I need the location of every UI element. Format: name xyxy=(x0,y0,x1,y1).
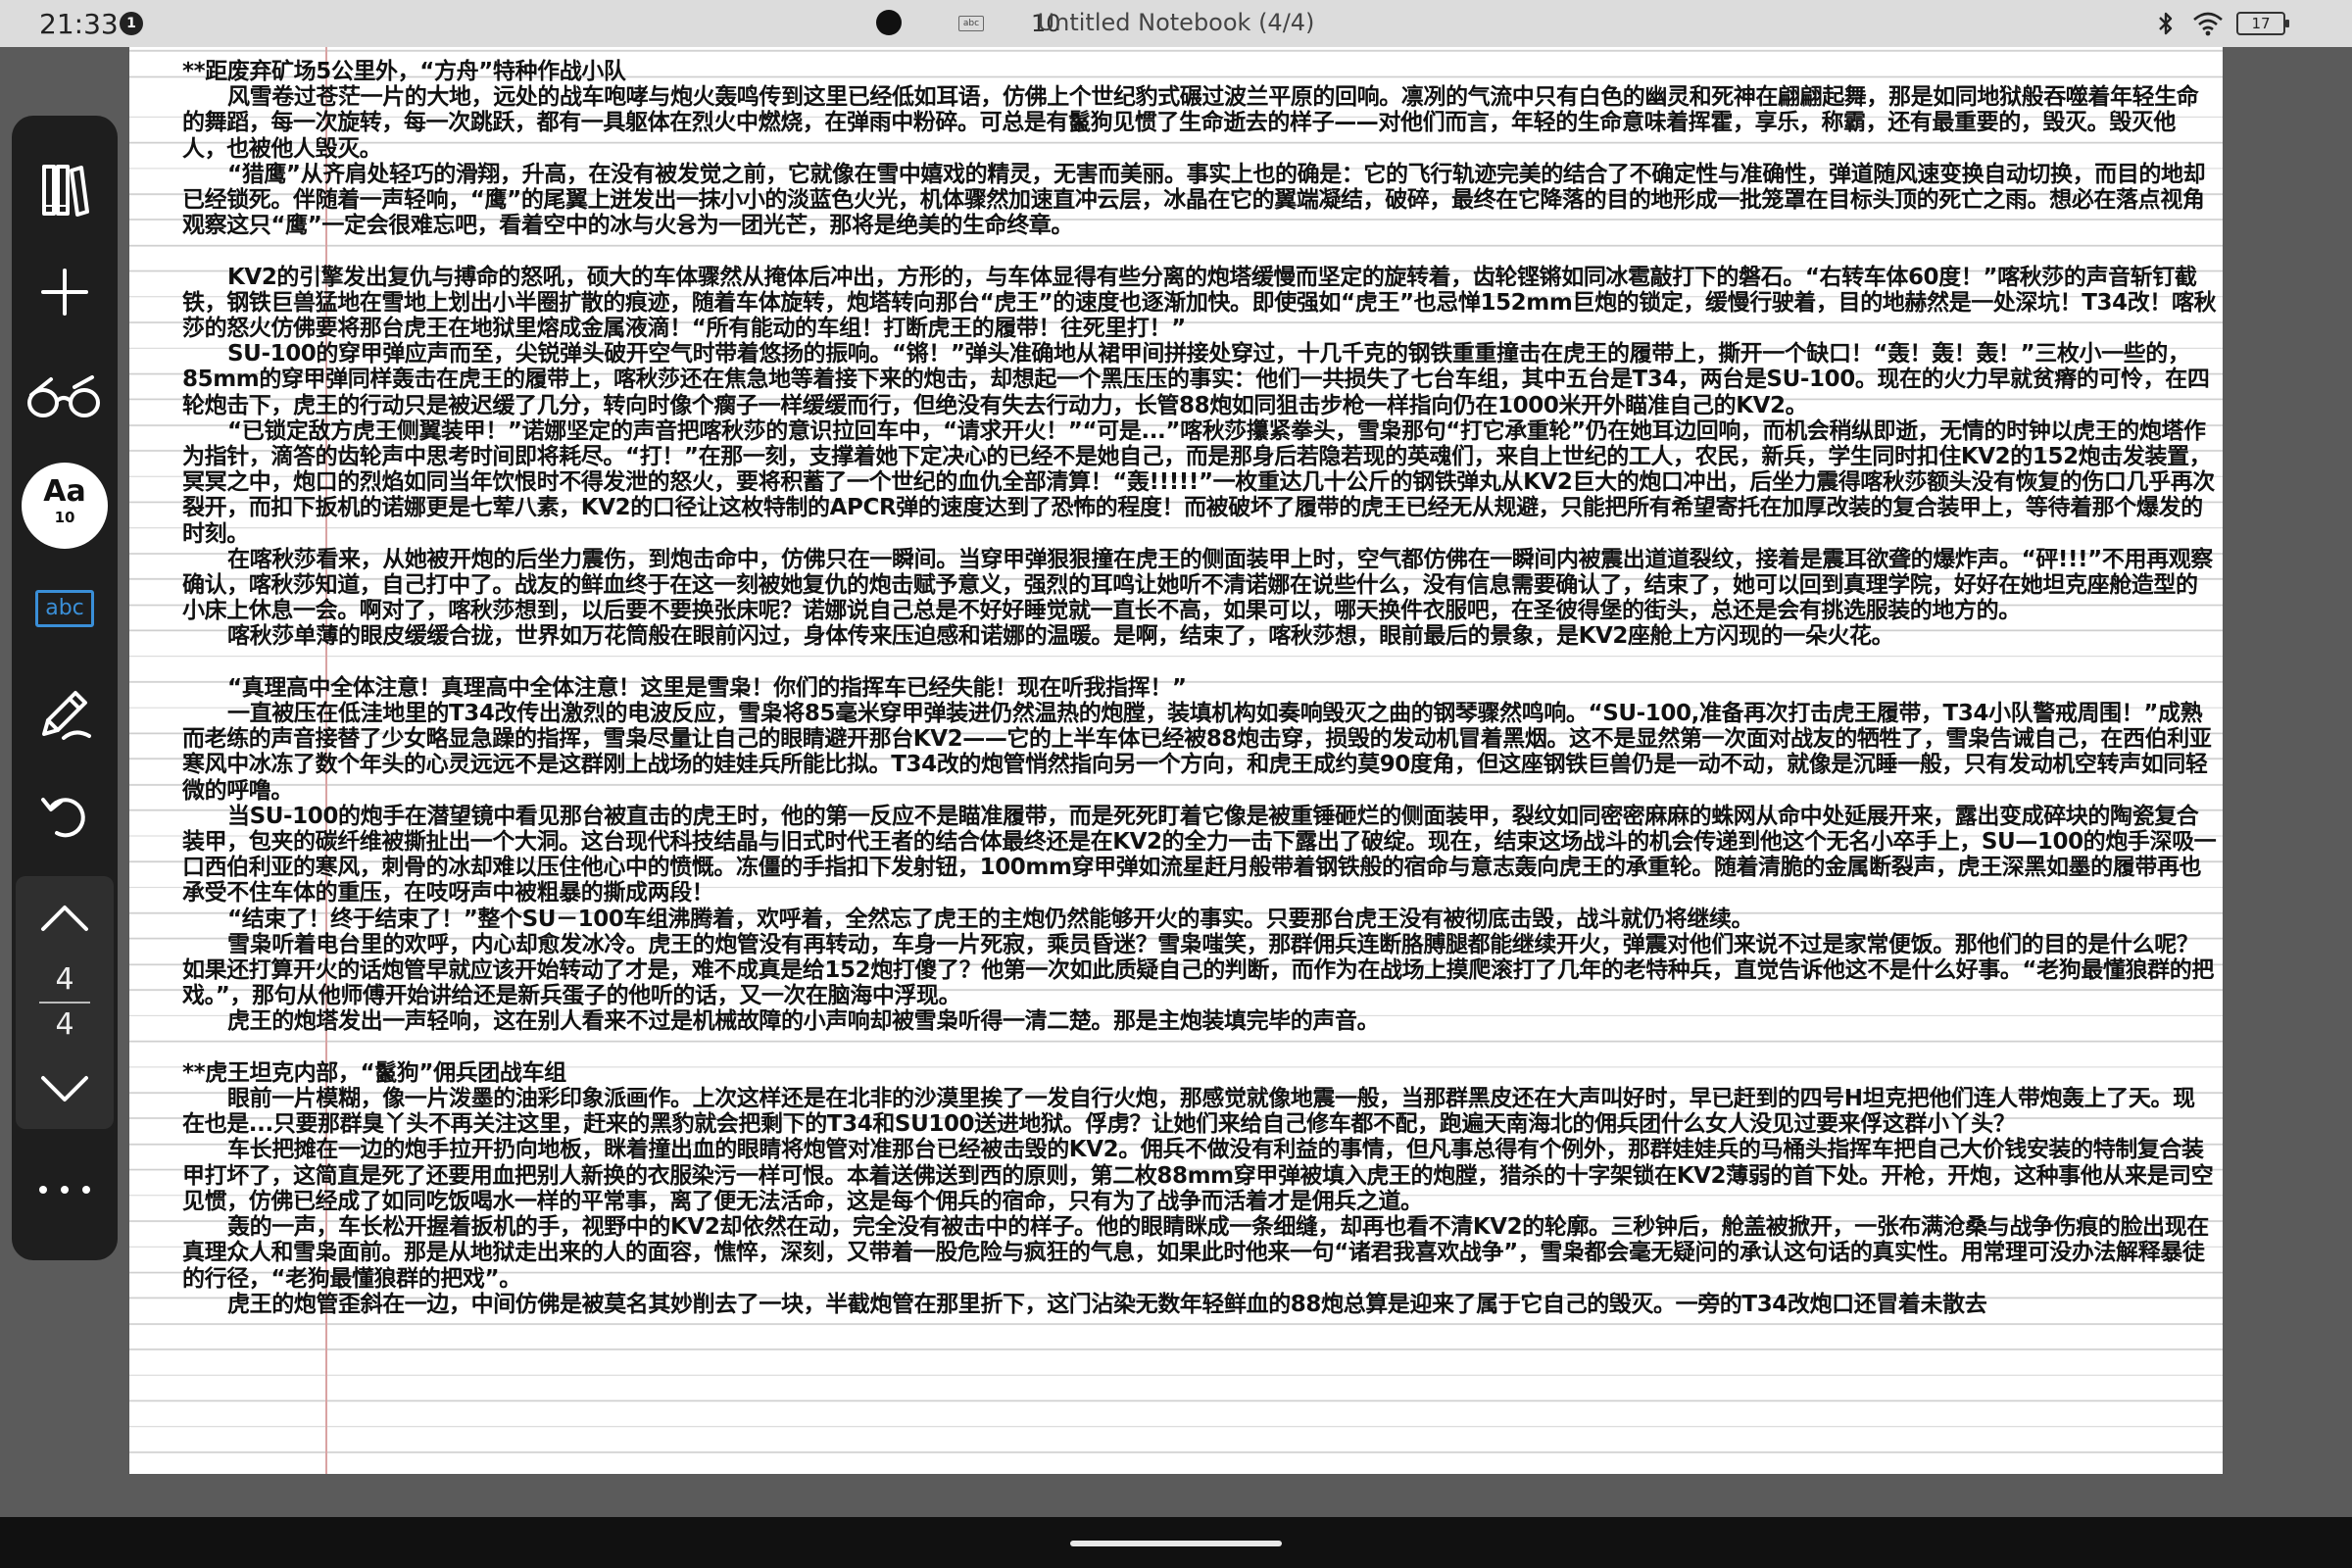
paragraph: 当SU-100的炮手在潜望镜中看见那台被直击的虎王时，他的第一反应不是瞄准履带，… xyxy=(182,803,2217,906)
page-total: 4 xyxy=(55,1007,74,1042)
reading-mode-button[interactable] xyxy=(12,357,118,439)
paragraph: KV2的引擎发出复仇与搏命的怒吼，硕大的车体骤然从掩体后冲出，方形的，与车体显得… xyxy=(182,264,2217,342)
library-icon xyxy=(42,165,89,217)
more-button[interactable] xyxy=(12,1149,118,1231)
paragraph: 雪枭听着电台里的欢呼，内心却愈发冰冷。虎王的炮管没有再转动，车身一片死寂，乘员昏… xyxy=(182,931,2214,1009)
font-icon: Aa xyxy=(43,474,86,509)
add-page-button[interactable] xyxy=(12,251,118,333)
reading-glasses-icon xyxy=(27,375,100,417)
library-button[interactable] xyxy=(12,149,118,231)
paragraph: 风雪卷过苍茫一片的大地，远处的战车咆哮与炮火轰鸣传到这里已经低如耳语，仿佛上个世… xyxy=(182,84,2199,162)
paragraph: 一直被压在低洼地里的T34改传出激烈的电波反应，雪枭将85毫米穿甲弹装进仍然温热… xyxy=(182,701,2212,804)
paragraph: 虎王的炮塔发出一声轻响，这在别人看来不过是机械故障的小声响却被雪枭听得一清二楚。… xyxy=(227,1008,1380,1035)
previous-page-button[interactable] xyxy=(16,882,114,953)
wifi-icon xyxy=(2193,12,2223,36)
page-divider xyxy=(39,1002,90,1004)
font-size-button[interactable]: Aa 10 xyxy=(22,463,108,549)
home-gesture-handle[interactable] xyxy=(1070,1541,1282,1546)
page-current: 4 xyxy=(55,962,74,997)
undo-icon xyxy=(41,798,85,838)
notebook-title: Untitled Notebook (4/4) xyxy=(1037,9,1315,36)
battery-indicator: 17 xyxy=(2236,12,2289,35)
status-bar: 21:33 1 abc 10 Untitled Notebook (4/4) 1… xyxy=(0,0,2352,47)
status-time: 21:33 xyxy=(39,8,119,40)
paragraph: “结束了！终于结束了！”整个SU－100车组沸腾着，欢呼着，全然忘了虎王的主炮仍… xyxy=(227,906,1754,932)
paragraph: 喀秋莎单薄的眼皮缓缓合拢，世界如万花筒般在眼前闪过，身体传来压迫感和诺娜的温暖。… xyxy=(227,623,1894,650)
chevron-up-icon xyxy=(41,906,88,931)
paragraph: 眼前一片模糊，像一片泼墨的油彩印象派画作。上次这样还是在北非的沙漠里挨了一发自行… xyxy=(182,1086,2195,1138)
page-text[interactable]: **距废弃矿场5公里外，“方舟”特种作战小队 风雪卷过苍茫一片的大地，远处的战车… xyxy=(182,59,2217,1317)
notification-badge: 1 xyxy=(120,12,143,35)
paragraph: SU-100的穿甲弹应声而至，尖锐弹头破开空气时带着悠扬的振响。“锵！”弹头准确… xyxy=(182,341,2210,418)
chevron-down-icon xyxy=(41,1076,88,1102)
bluetooth-icon xyxy=(2159,12,2173,35)
paragraph: “已锁定敌方虎王侧翼装甲！”诺娜坚定的声音把喀秋莎的意识拉回车中，“请求开火！”… xyxy=(182,417,2215,547)
navigation-bar xyxy=(0,1517,2352,1568)
paragraph: 轰的一声，车长松开握着扳机的手，视野中的KV2却依然在动，完全没有被击中的样子。… xyxy=(182,1214,2209,1292)
paragraph: “猎鹰”从齐肩处轻巧的滑翔，升高，在没有被发觉之前，它就像在雪中嬉戏的精灵，无害… xyxy=(182,161,2206,239)
notebook-page[interactable]: **距废弃矿场5公里外，“方舟”特种作战小队 风雪卷过苍茫一片的大地，远处的战车… xyxy=(129,47,2223,1474)
paragraph: **虎王坦克内部，“鬣狗”佣兵团战车组 xyxy=(182,1059,566,1086)
paragraph: 在喀秋莎看来，从她被开炮的后坐力震伤，到炮击命中，仿佛只在一瞬间。当穿甲弹狠狠撞… xyxy=(182,546,2213,624)
pen-icon xyxy=(42,691,91,740)
paragraph: 车长把摊在一边的炮手拉开扔向地板，眯着撞出血的眼睛将炮管对准那台已经被击毁的KV… xyxy=(182,1137,2214,1214)
paragraph: 虎王的炮管歪斜在一边，中间仿佛是被莫名其妙削去了一块，半截炮管在那里折下，这门沾… xyxy=(227,1291,1987,1317)
paragraph: **距废弃矿场5公里外，“方舟”特种作战小队 xyxy=(182,59,626,84)
next-page-button[interactable] xyxy=(16,1054,114,1125)
undo-button[interactable] xyxy=(12,774,118,857)
side-toolbar: Aa 10 abc 4 4 xyxy=(12,116,118,1260)
page-navigator: 4 4 xyxy=(16,876,114,1129)
text-recognition-button[interactable]: abc xyxy=(35,590,94,627)
pen-tool-button[interactable] xyxy=(12,672,118,755)
font-size-value: 10 xyxy=(54,509,75,526)
more-icon xyxy=(39,1186,90,1194)
add-icon xyxy=(41,269,88,316)
paragraph: “真理高中全体注意！真理高中全体注意！这里是雪枭！你们的指挥车已经失能！现在听我… xyxy=(227,674,1187,701)
